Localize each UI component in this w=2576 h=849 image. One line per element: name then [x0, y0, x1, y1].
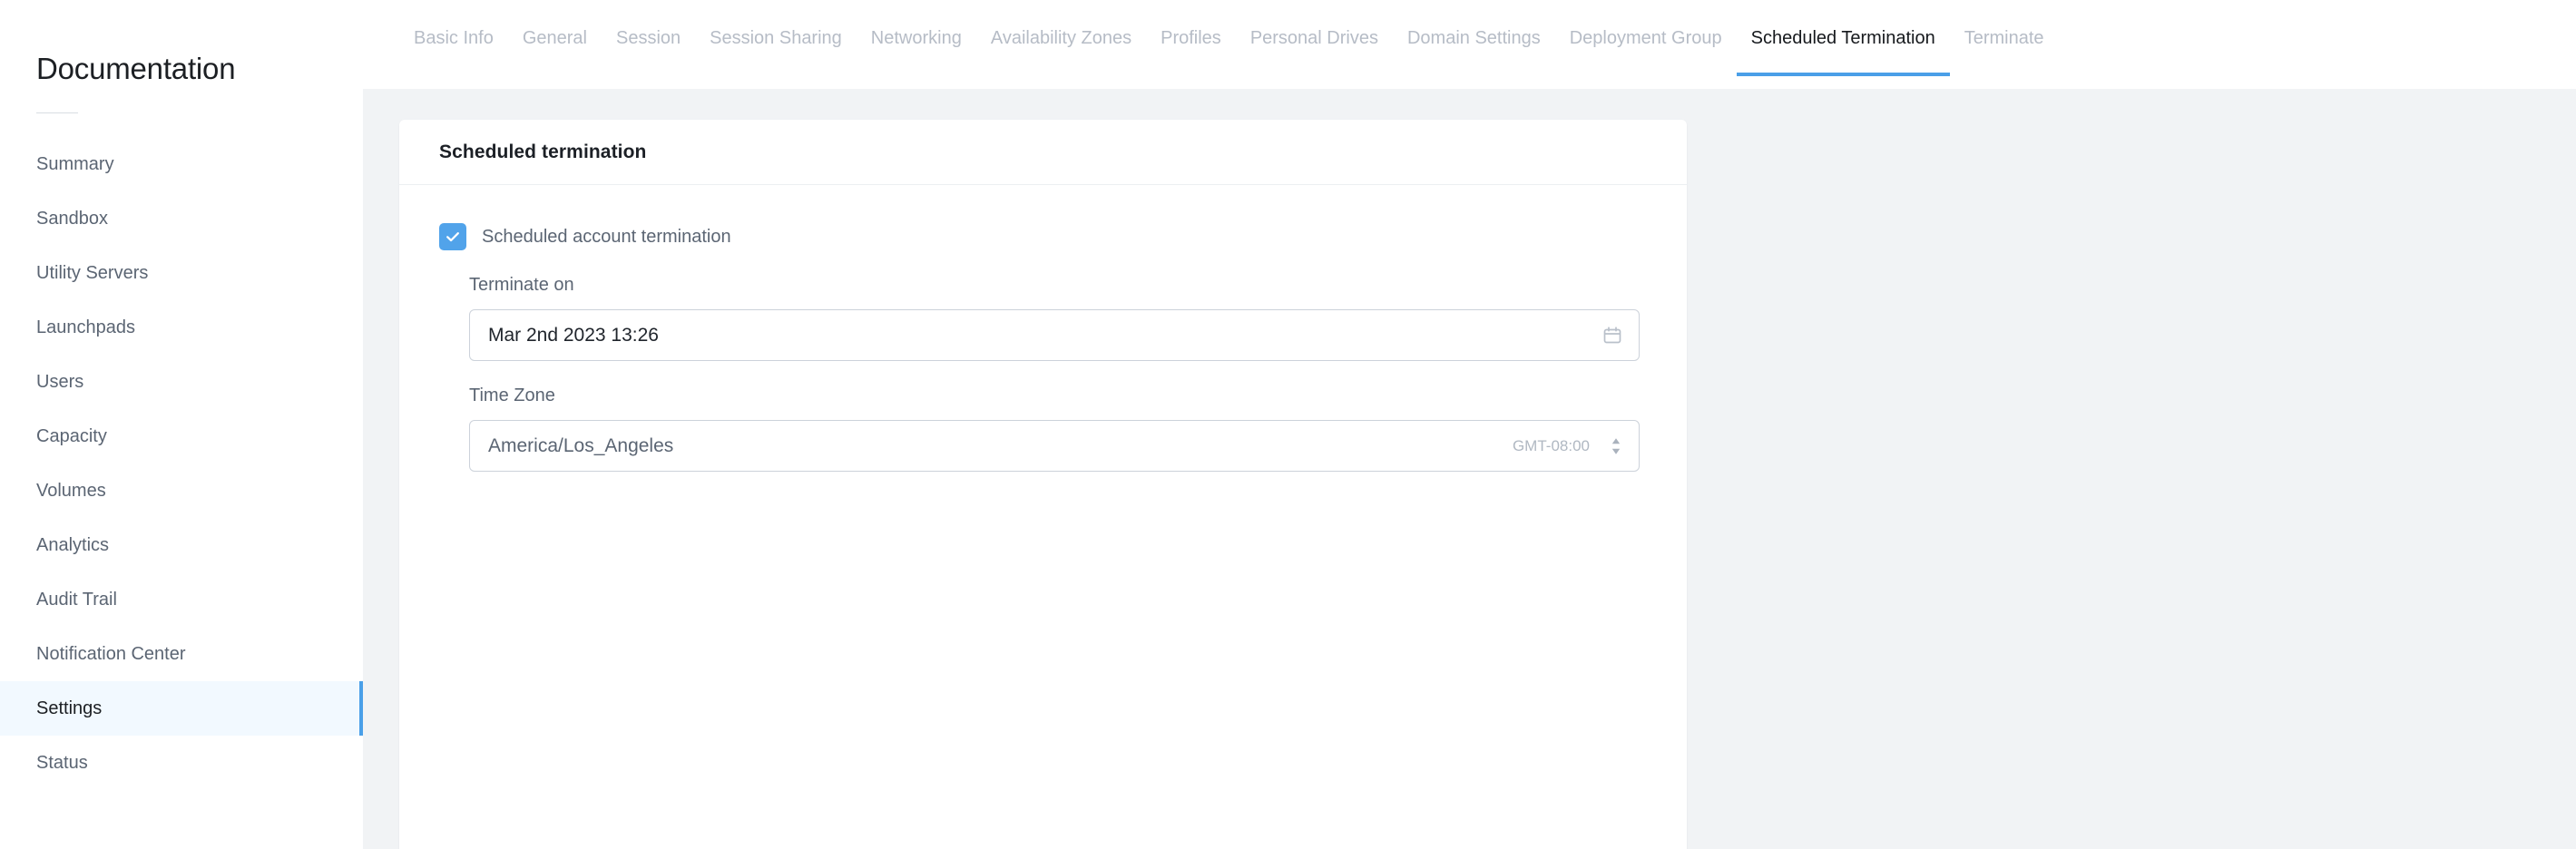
sidebar-item-status[interactable]: Status: [0, 736, 363, 790]
sidebar-item-volumes[interactable]: Volumes: [0, 464, 363, 518]
sidebar-item-launchpads[interactable]: Launchpads: [0, 300, 363, 355]
tab-basic-info[interactable]: Basic Info: [399, 25, 508, 76]
tab-label: Domain Settings: [1406, 28, 1541, 48]
tab-label: Personal Drives: [1249, 28, 1378, 48]
terminate-on-label: Terminate on: [469, 275, 574, 295]
tab-label: Availability Zones: [990, 28, 1132, 48]
sidebar-item-label: Status: [36, 753, 88, 773]
sidebar-item-label: Sandbox: [36, 209, 108, 229]
card-header: Scheduled termination: [399, 120, 1687, 185]
tab-general[interactable]: General: [508, 25, 602, 76]
time-zone-value: America/Los_Angeles: [488, 434, 674, 456]
card-body: Scheduled account termination Terminate …: [399, 185, 1687, 472]
sidebar-item-audit-trail[interactable]: Audit Trail: [0, 572, 363, 627]
terminate-on-value: Mar 2nd 2023 13:26: [488, 324, 659, 346]
sidebar-item-users[interactable]: Users: [0, 355, 363, 409]
terminate-on-field: Terminate on Mar 2nd 2023 13:26: [439, 274, 1647, 361]
sidebar-item-label: Analytics: [36, 535, 110, 555]
sidebar-title: Documentation: [36, 52, 236, 85]
tab-label: Terminate: [1964, 28, 2044, 48]
sidebar-item-sandbox[interactable]: Sandbox: [0, 191, 363, 246]
sidebar-item-label: Utility Servers: [36, 263, 149, 283]
main-region: Basic Info General Session Session Sharing N…: [363, 0, 2576, 849]
tab-personal-drives[interactable]: Personal Drives: [1236, 25, 1393, 76]
tab-domain-settings[interactable]: Domain Settings: [1393, 25, 1555, 76]
tab-label: Deployment Group: [1569, 28, 1722, 48]
sidebar-item-label: Summary: [36, 154, 114, 174]
sidebar-item-utility-servers[interactable]: Utility Servers: [0, 246, 363, 300]
tab-label: Networking: [870, 28, 962, 48]
tab-deployment-group[interactable]: Deployment Group: [1555, 25, 1737, 76]
tab-terminate[interactable]: Terminate: [1950, 25, 2059, 76]
scheduled-account-termination-row[interactable]: Scheduled account termination: [439, 223, 1647, 250]
sidebar-item-settings[interactable]: Settings: [0, 681, 363, 736]
time-zone-select[interactable]: America/Los_Angeles GMT-08:00: [469, 420, 1640, 472]
tab-availability-zones[interactable]: Availability Zones: [976, 25, 1146, 76]
sidebar-item-label: Settings: [36, 698, 103, 718]
tab-profiles[interactable]: Profiles: [1146, 25, 1236, 76]
tab-session[interactable]: Session: [602, 25, 695, 76]
terminate-on-input[interactable]: Mar 2nd 2023 13:26: [469, 309, 1640, 361]
tab-scheduled-termination[interactable]: Scheduled Termination: [1736, 25, 1950, 76]
time-zone-offset: GMT-08:00: [1512, 436, 1590, 454]
sidebar-item-summary[interactable]: Summary: [0, 137, 363, 191]
time-zone-field: Time Zone America/Los_Angeles GMT-08:00: [439, 385, 1647, 472]
scheduled-account-termination-checkbox[interactable]: [439, 223, 466, 250]
card-title: Scheduled termination: [439, 141, 647, 162]
stepper-updown-icon[interactable]: [1610, 435, 1622, 457]
scheduled-termination-card: Scheduled termination Scheduled account …: [399, 120, 1687, 849]
tab-session-sharing[interactable]: Session Sharing: [695, 25, 857, 76]
tab-networking[interactable]: Networking: [857, 25, 976, 76]
tab-label: Session Sharing: [710, 28, 842, 48]
tab-bar: Basic Info General Session Session Sharing N…: [363, 0, 2576, 89]
tab-label: Session: [615, 28, 681, 48]
tab-label: General: [522, 28, 587, 48]
content-area: Scheduled termination Scheduled account …: [363, 89, 2576, 849]
time-zone-label: Time Zone: [469, 385, 555, 405]
sidebar: Documentation Summary Sandbox Utility Serv…: [0, 0, 363, 849]
sidebar-item-label: Launchpads: [36, 317, 135, 337]
sidebar-item-notification-center[interactable]: Notification Center: [0, 627, 363, 681]
sidebar-item-label: Notification Center: [36, 644, 186, 664]
calendar-icon[interactable]: [1602, 326, 1622, 346]
sidebar-item-label: Users: [36, 372, 84, 392]
check-icon: [445, 229, 461, 245]
sidebar-item-capacity[interactable]: Capacity: [0, 409, 363, 464]
sidebar-item-label: Volumes: [36, 481, 106, 501]
sidebar-item-label: Capacity: [36, 426, 107, 446]
app-root: Documentation Summary Sandbox Utility Serv…: [0, 0, 2576, 849]
sidebar-divider: [36, 112, 78, 113]
tab-label: Profiles: [1161, 28, 1221, 48]
sidebar-item-analytics[interactable]: Analytics: [0, 518, 363, 572]
tab-label: Scheduled Termination: [1750, 28, 1935, 48]
scheduled-account-termination-label: Scheduled account termination: [482, 226, 731, 247]
sidebar-item-label: Audit Trail: [36, 590, 117, 610]
tab-label: Basic Info: [414, 28, 494, 48]
sidebar-nav-list: Summary Sandbox Utility Servers Launchpads U…: [0, 137, 363, 790]
